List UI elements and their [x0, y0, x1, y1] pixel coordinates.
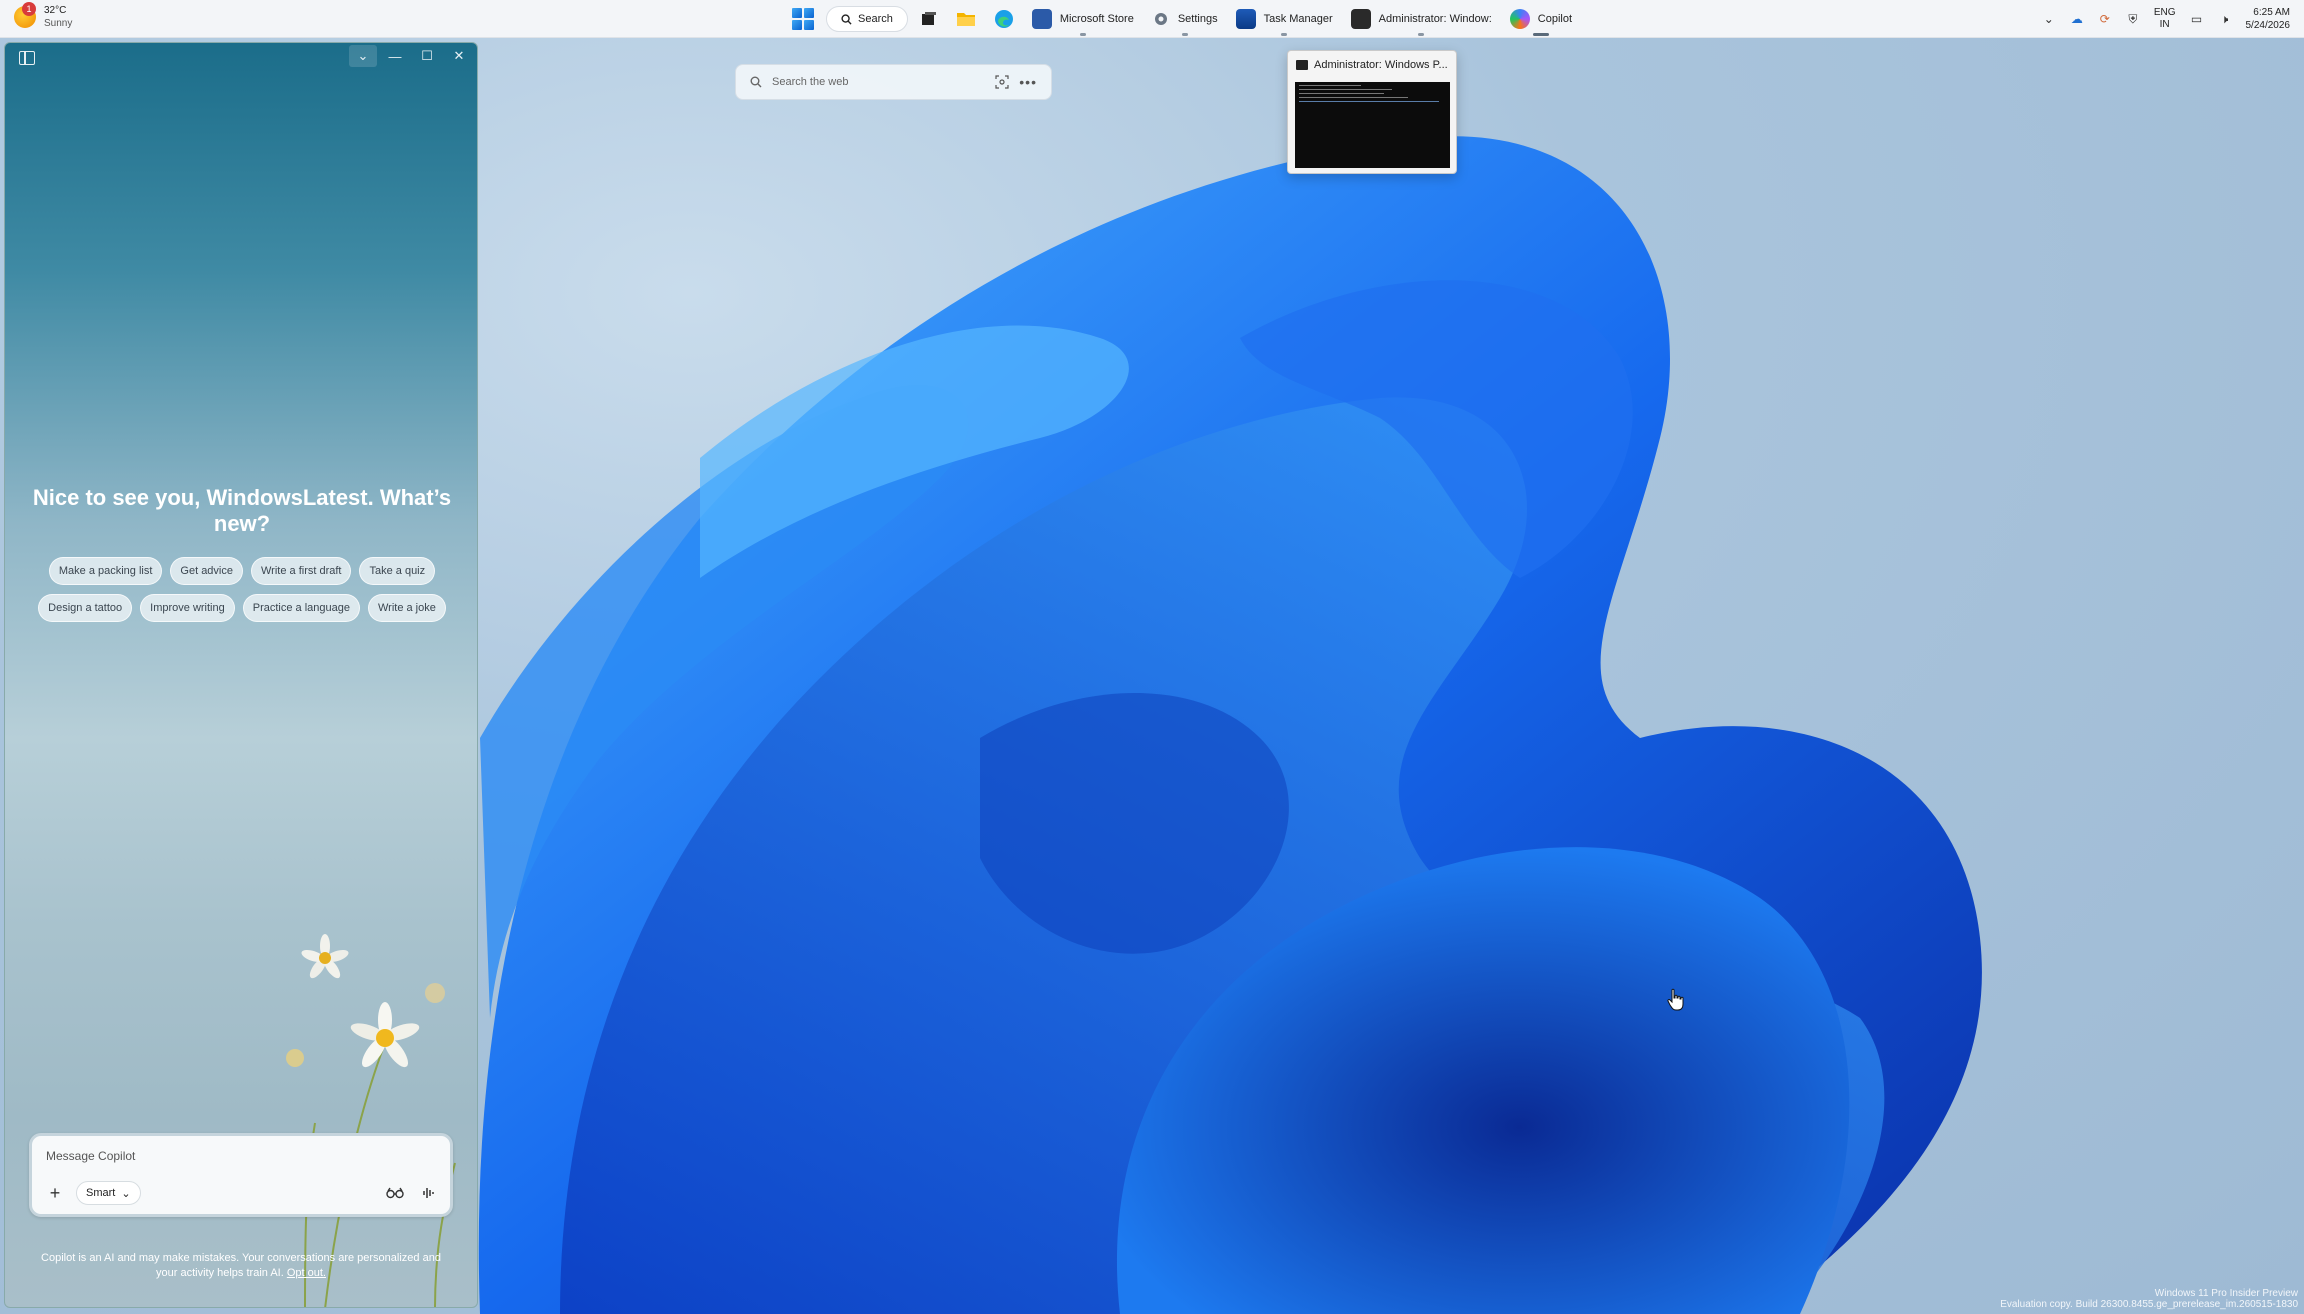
- maximize-button[interactable]: ☐: [413, 45, 441, 67]
- suggestion-chips: Make a packing list Get advice Write a f…: [25, 557, 459, 622]
- message-composer[interactable]: Message Copilot + Smart ⌄: [29, 1133, 453, 1217]
- chevron-down-icon: ⌄: [121, 1187, 131, 1200]
- weather-widget[interactable]: 1 32°C Sunny: [14, 2, 73, 30]
- window-preview[interactable]: Administrator: Windows P...: [1287, 50, 1457, 174]
- evaluation-watermark: Windows 11 Pro Insider Preview Evaluatio…: [2000, 1288, 2298, 1310]
- suggestion-chip[interactable]: Practice a language: [242, 594, 360, 622]
- taskbar: 1 32°C Sunny Search Microsoft Store Sett…: [0, 0, 2304, 38]
- terminal-icon: [1350, 9, 1371, 29]
- clock-date: 5/24/2026: [2245, 20, 2291, 31]
- lang-top: ENG: [2153, 7, 2176, 18]
- edge-icon: [994, 10, 1013, 28]
- security-icon[interactable]: ⛨: [2126, 12, 2140, 26]
- search-icon: [750, 76, 762, 88]
- taskbar-app-label: Copilot: [1537, 13, 1573, 25]
- copilot-window: ⌄ — ☐ ✕ Nice to see you, WindowsLatest. …: [4, 42, 478, 1308]
- copilot-greeting: Nice to see you, WindowsLatest. What’s n…: [32, 485, 452, 536]
- minimize-button[interactable]: —: [381, 45, 409, 67]
- disclaimer-text: Copilot is an AI and may make mistakes. …: [41, 1252, 441, 1279]
- copilot-titlebar[interactable]: ⌄ — ☐ ✕: [5, 43, 477, 73]
- taskbar-settings[interactable]: Settings: [1146, 4, 1224, 36]
- chevron-up-icon[interactable]: ⌄: [2042, 12, 2056, 26]
- task-manager-icon: [1235, 9, 1256, 29]
- mode-label: Smart: [86, 1187, 116, 1199]
- preview-title-text: Administrator: Windows P...: [1314, 59, 1448, 71]
- start-button[interactable]: [786, 4, 820, 34]
- taskbar-app-label: Administrator: Window:: [1378, 13, 1492, 25]
- sync-icon[interactable]: ⟳: [2098, 12, 2112, 26]
- watermark-line2: Evaluation copy. Build 26300.8455.ge_pre…: [2000, 1299, 2298, 1310]
- visual-search-icon[interactable]: [995, 75, 1009, 89]
- weather-condition: Sunny: [44, 18, 73, 29]
- copilot-icon: [1509, 9, 1530, 29]
- close-button[interactable]: ✕: [445, 45, 473, 67]
- taskbar-app-label: Settings: [1177, 13, 1218, 25]
- preview-title: Administrator: Windows P...: [1296, 59, 1450, 71]
- taskbar-edge[interactable]: [988, 4, 1020, 34]
- suggestion-chip[interactable]: Make a packing list: [48, 557, 163, 585]
- suggestion-chip[interactable]: Write a joke: [367, 594, 446, 622]
- message-input[interactable]: Message Copilot: [46, 1149, 135, 1163]
- taskbar-app-label: Microsoft Store: [1059, 13, 1134, 25]
- terminal-icon: [1296, 60, 1308, 70]
- clock-time: 6:25 AM: [2253, 7, 2290, 18]
- taskbar-microsoft-store[interactable]: Microsoft Store: [1026, 4, 1140, 36]
- taskbar-file-explorer[interactable]: [950, 4, 982, 34]
- volume-muted-icon[interactable]: 🕨: [2218, 12, 2232, 26]
- vision-glasses-icon[interactable]: [384, 1182, 406, 1204]
- weather-temp: 32°C: [44, 5, 67, 16]
- suggestion-chip[interactable]: Get advice: [170, 557, 243, 585]
- sun-icon: 1: [14, 2, 36, 28]
- store-icon: [1031, 9, 1052, 29]
- search-icon: [841, 13, 852, 25]
- taskbar-search-label: Search: [858, 13, 893, 25]
- taskbar-search-button[interactable]: Search: [826, 6, 908, 32]
- notification-badge: 1: [22, 2, 36, 16]
- windows-logo-icon: [792, 8, 814, 30]
- gear-icon: [1154, 13, 1167, 25]
- preview-screen: [1295, 82, 1450, 168]
- ai-disclaimer: Copilot is an AI and may make mistakes. …: [29, 1251, 453, 1281]
- more-options-icon[interactable]: •••: [1019, 74, 1037, 90]
- input-language[interactable]: ENG IN: [2154, 7, 2176, 31]
- suggestion-chip[interactable]: Write a first draft: [251, 557, 352, 585]
- task-view-icon: [921, 12, 936, 25]
- lang-bottom: IN: [2159, 19, 2170, 30]
- taskbar-app-label: Task Manager: [1263, 13, 1333, 25]
- suggestion-chip[interactable]: Improve writing: [140, 594, 235, 622]
- taskbar-task-manager[interactable]: Task Manager: [1230, 4, 1339, 36]
- chevron-down-icon[interactable]: ⌄: [349, 45, 377, 67]
- opt-out-link[interactable]: Opt out.: [287, 1267, 326, 1279]
- network-icon[interactable]: ▭: [2190, 12, 2204, 26]
- system-tray: ⌄ ☁ ⟳ ⛨ ENG IN ▭ 🕨 6:25 AM 5/24/2026: [2042, 0, 2290, 38]
- web-search-placeholder: Search the web: [772, 76, 849, 88]
- onedrive-icon[interactable]: ☁: [2070, 12, 2084, 26]
- task-view-button[interactable]: [914, 4, 944, 34]
- mode-selector[interactable]: Smart ⌄: [76, 1181, 141, 1205]
- add-attachment-button[interactable]: +: [42, 1180, 68, 1206]
- taskbar-copilot[interactable]: Copilot: [1504, 4, 1578, 36]
- folder-icon: [956, 13, 975, 26]
- web-search-box[interactable]: Search the web •••: [735, 64, 1052, 100]
- suggestion-chip[interactable]: Design a tattoo: [38, 594, 133, 622]
- background-flowers: [286, 934, 456, 1307]
- suggestion-chip[interactable]: Take a quiz: [359, 557, 436, 585]
- clock[interactable]: 6:25 AM 5/24/2026: [2246, 6, 2291, 32]
- hand-cursor-icon: [1667, 988, 1684, 1011]
- voice-icon[interactable]: [418, 1182, 440, 1204]
- taskbar-terminal[interactable]: Administrator: Window:: [1345, 4, 1498, 36]
- sidebar-toggle-icon[interactable]: [19, 51, 35, 65]
- watermark-line1: Windows 11 Pro Insider Preview: [2154, 1288, 2298, 1299]
